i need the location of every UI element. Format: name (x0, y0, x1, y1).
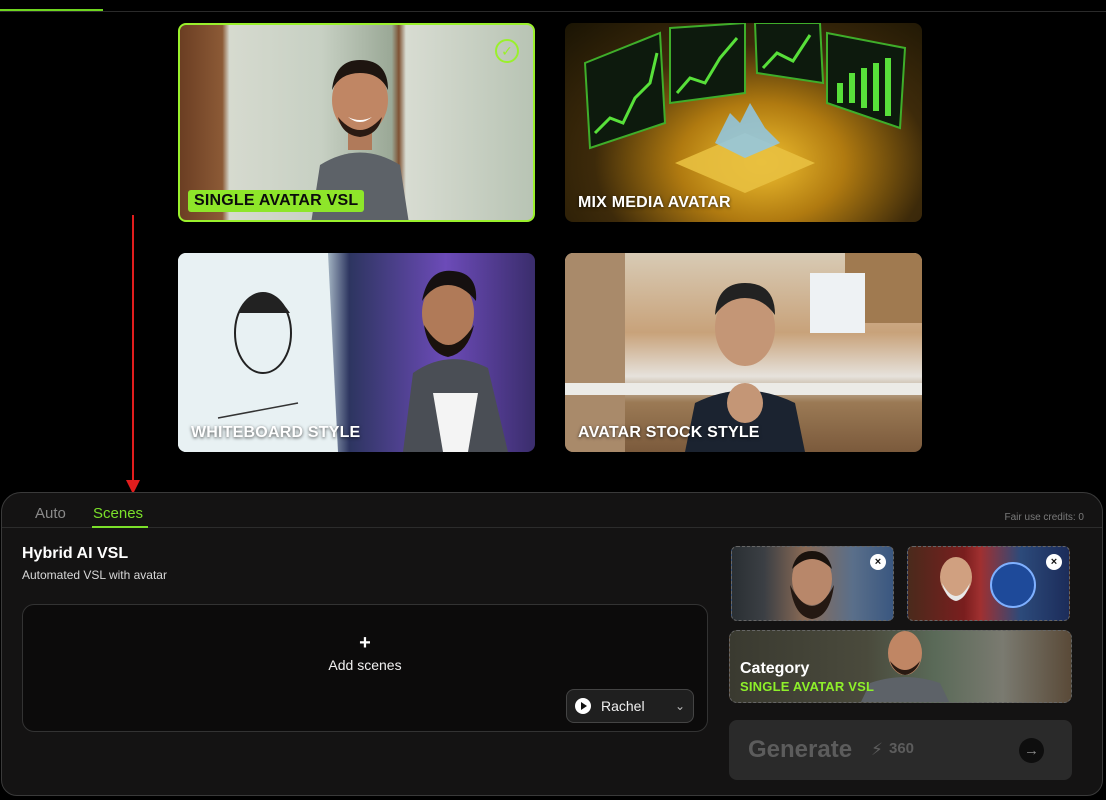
scenes-box: + Add scenes Rachel ⌄ (22, 604, 708, 732)
active-tab-indicator (92, 526, 148, 528)
style-card-avatar-stock-style[interactable]: AVATAR STOCK STYLE (565, 253, 922, 452)
panel-subtitle: Automated VSL with avatar (22, 568, 167, 582)
category-value: SINGLE AVATAR VSL (740, 679, 875, 694)
tab-auto[interactable]: Auto (35, 505, 66, 522)
top-divider (0, 11, 1106, 12)
voice-name: Rachel (601, 698, 645, 714)
card-label: WHITEBOARD STYLE (191, 424, 361, 441)
generate-cost: 360 (889, 740, 915, 757)
plus-icon: + (359, 632, 371, 654)
add-scenes-button[interactable]: + Add scenes (23, 633, 707, 673)
card-label: SINGLE AVATAR VSL (188, 190, 365, 212)
page: ✓ SINGLE AVATAR VSL MIX MEDIA AVATAR WHI… (0, 0, 1106, 800)
generate-label: Generate (748, 736, 853, 763)
bolt-icon: ⚡ (871, 740, 883, 759)
voice-select[interactable]: Rachel ⌄ (566, 689, 694, 723)
card-label: AVATAR STOCK STYLE (578, 424, 760, 441)
tab-scenes[interactable]: Scenes (93, 505, 143, 522)
sales-revolution-graphic (583, 23, 907, 193)
style-card-mix-media-avatar[interactable]: MIX MEDIA AVATAR (565, 23, 922, 222)
avatar-thumbnail-2[interactable]: × (907, 546, 1070, 621)
remove-thumbnail-1-close-icon[interactable]: × (870, 554, 886, 570)
generate-button[interactable]: Generate ⚡ 360 → (729, 720, 1072, 780)
top-active-indicator (0, 9, 103, 11)
generation-panel: Auto Scenes Fair use credits: 0 Hybrid A… (1, 492, 1103, 796)
remove-thumbnail-2-close-icon[interactable]: × (1046, 554, 1062, 570)
card-label: MIX MEDIA AVATAR (578, 194, 731, 211)
style-card-whiteboard-style[interactable]: WHITEBOARD STYLE (178, 253, 535, 452)
avatar-thumbnail-1[interactable]: × (731, 546, 894, 621)
chevron-down-icon: ⌄ (674, 699, 685, 713)
whiteboard-graphic (178, 253, 508, 452)
panel-tabs: Auto Scenes Fair use credits: 0 (2, 493, 1102, 528)
annotation-arrow-line (132, 215, 134, 482)
add-scenes-label: Add scenes (328, 657, 402, 673)
panel-title: Hybrid AI VSL (22, 545, 129, 562)
category-card[interactable]: Category SINGLE AVATAR VSL (729, 630, 1072, 703)
style-card-single-avatar-vsl[interactable]: ✓ SINGLE AVATAR VSL (178, 23, 535, 222)
arrow-right-icon: → (1019, 738, 1044, 763)
category-title: Category (740, 660, 810, 677)
credits-text: Fair use credits: 0 (1004, 512, 1084, 523)
kitchen-graphic (565, 253, 922, 452)
selected-check-icon: ✓ (495, 39, 519, 63)
play-icon[interactable] (575, 698, 591, 714)
